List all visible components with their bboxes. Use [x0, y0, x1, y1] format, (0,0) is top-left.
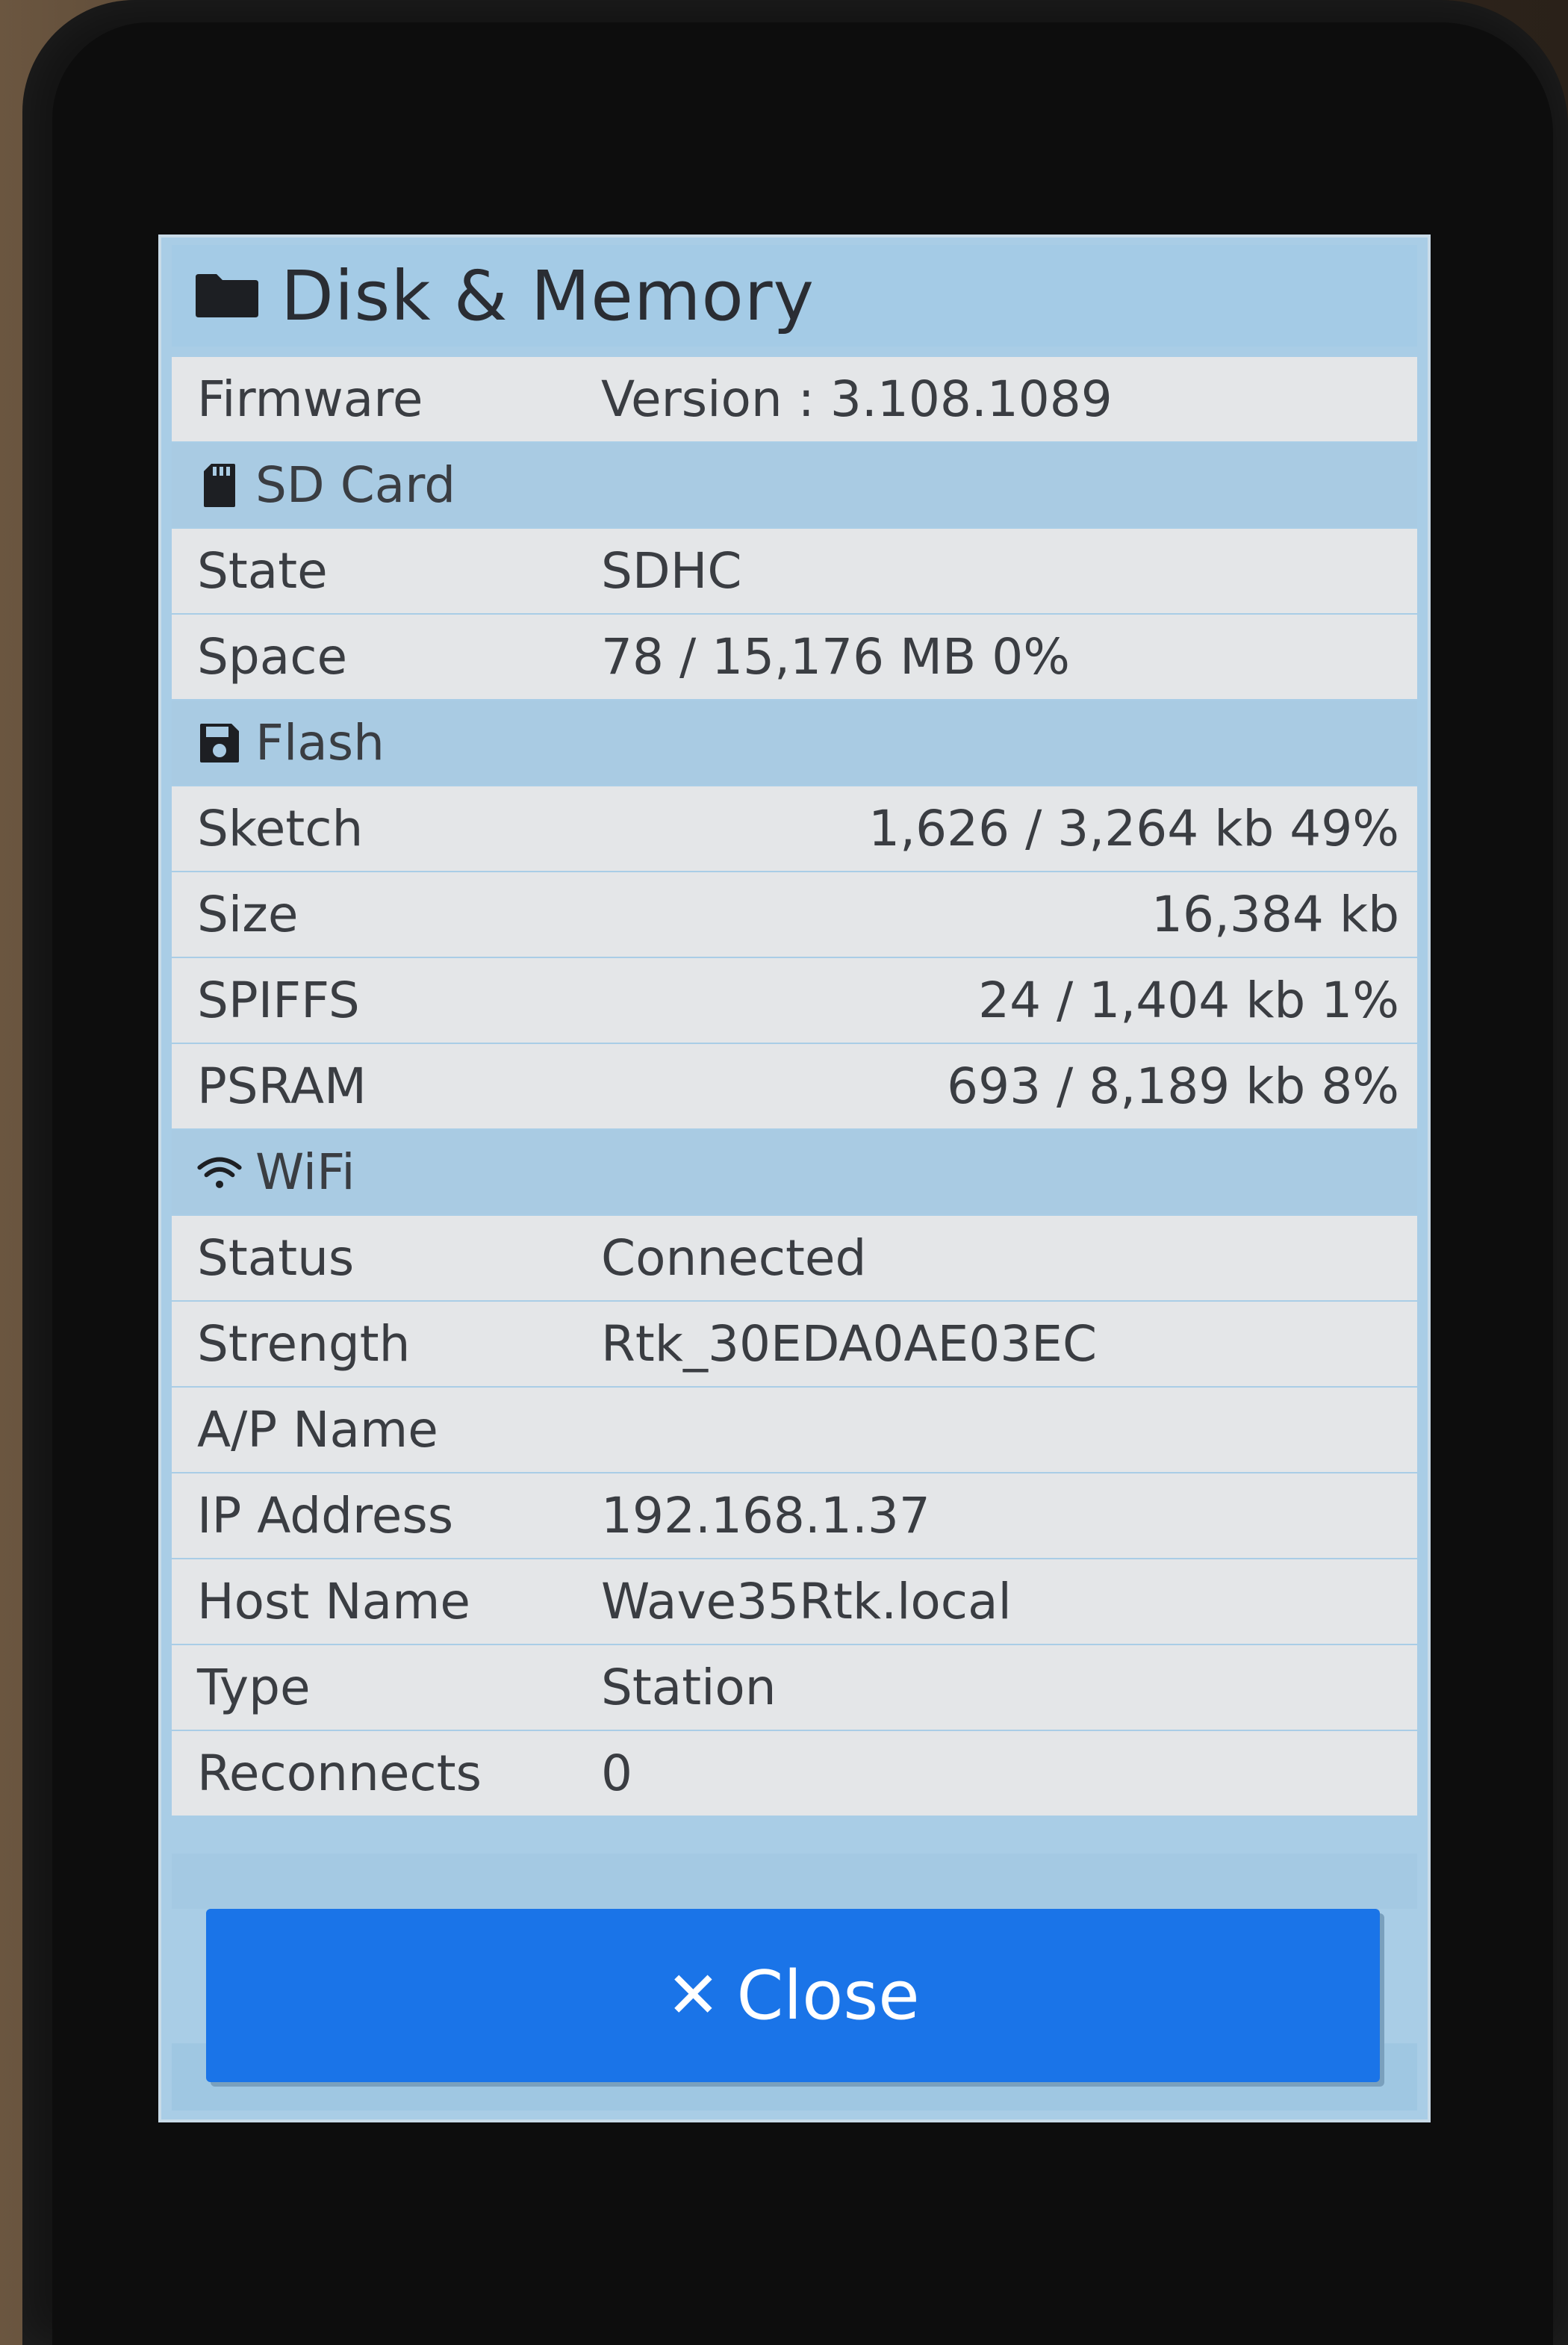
folder-icon: [194, 273, 260, 319]
row-value: Rtk_30EDA0AE03EC: [601, 1315, 1098, 1373]
dialog-header: Disk & Memory: [172, 245, 1417, 347]
section-label: Flash: [255, 714, 385, 771]
row-value: 1,626 / 3,264 kb 49%: [868, 800, 1399, 857]
row-label: Status: [197, 1229, 355, 1287]
row-label: Strength: [197, 1315, 411, 1373]
row-label: Host Name: [197, 1573, 470, 1630]
row-value: SDHC: [601, 542, 742, 600]
row-label: State: [197, 542, 328, 600]
row-spiffs: SPIFFS 24 / 1,404 kb 1%: [172, 958, 1417, 1043]
wifi-icon: [197, 1148, 242, 1197]
row-space: Space 78 / 15,176 MB 0%: [172, 615, 1417, 699]
row-value: 693 / 8,189 kb 8%: [947, 1057, 1399, 1115]
row-label: Type: [197, 1659, 311, 1716]
section-label: SD Card: [255, 456, 456, 514]
close-button-label: Close: [736, 1956, 920, 2035]
section-label: WiFi: [255, 1143, 355, 1201]
row-label: Firmware: [197, 370, 423, 428]
row-value: Station: [601, 1659, 777, 1716]
row-label: Space: [197, 628, 348, 686]
row-host-name: Host Name Wave35Rtk.local: [172, 1559, 1417, 1644]
row-ap-name: A/P Name: [172, 1388, 1417, 1472]
row-status: Status Connected: [172, 1216, 1417, 1300]
row-value: 16,384 kb: [1151, 886, 1399, 943]
dialog-title: Disk & Memory: [281, 255, 815, 336]
row-firmware: Firmware Version : 3.108.1089: [172, 357, 1417, 441]
row-psram: PSRAM 693 / 8,189 kb 8%: [172, 1044, 1417, 1128]
disk-memory-dialog: Disk & Memory Firmware Version : 3.108.1…: [161, 237, 1428, 2119]
row-type: Type Station: [172, 1645, 1417, 1730]
floppy-disk-icon: [197, 718, 242, 768]
row-ip-address: IP Address 192.168.1.37: [172, 1473, 1417, 1558]
footer-band: [172, 1854, 1417, 1909]
row-value: Wave35Rtk.local: [601, 1573, 1012, 1630]
section-wifi: WiFi: [172, 1130, 1417, 1214]
row-value: Version : 3.108.1089: [601, 370, 1113, 428]
sd-card-icon: [197, 461, 242, 510]
close-icon: ✕: [666, 1958, 721, 2033]
row-label: Sketch: [197, 800, 364, 857]
row-label: Size: [197, 886, 299, 943]
row-value: 0: [601, 1745, 632, 1802]
row-size: Size 16,384 kb: [172, 872, 1417, 957]
row-value: 78 / 15,176 MB 0%: [601, 628, 1070, 686]
close-button[interactable]: ✕ Close: [206, 1909, 1380, 2082]
row-label: PSRAM: [197, 1057, 367, 1115]
row-reconnects: Reconnects 0: [172, 1731, 1417, 1816]
row-label: Reconnects: [197, 1745, 482, 1802]
info-table: Firmware Version : 3.108.1089 SD Card St…: [172, 357, 1417, 1817]
row-sketch: Sketch 1,626 / 3,264 kb 49%: [172, 786, 1417, 871]
row-label: A/P Name: [197, 1401, 438, 1459]
row-label: SPIFFS: [197, 972, 360, 1029]
row-label: IP Address: [197, 1487, 454, 1544]
row-value: Connected: [601, 1229, 867, 1287]
row-strength: Strength Rtk_30EDA0AE03EC: [172, 1302, 1417, 1386]
row-state: State SDHC: [172, 529, 1417, 613]
section-flash: Flash: [172, 701, 1417, 785]
row-value: 24 / 1,404 kb 1%: [978, 972, 1399, 1029]
row-value: 192.168.1.37: [601, 1487, 930, 1544]
section-sd-card: SD Card: [172, 443, 1417, 527]
